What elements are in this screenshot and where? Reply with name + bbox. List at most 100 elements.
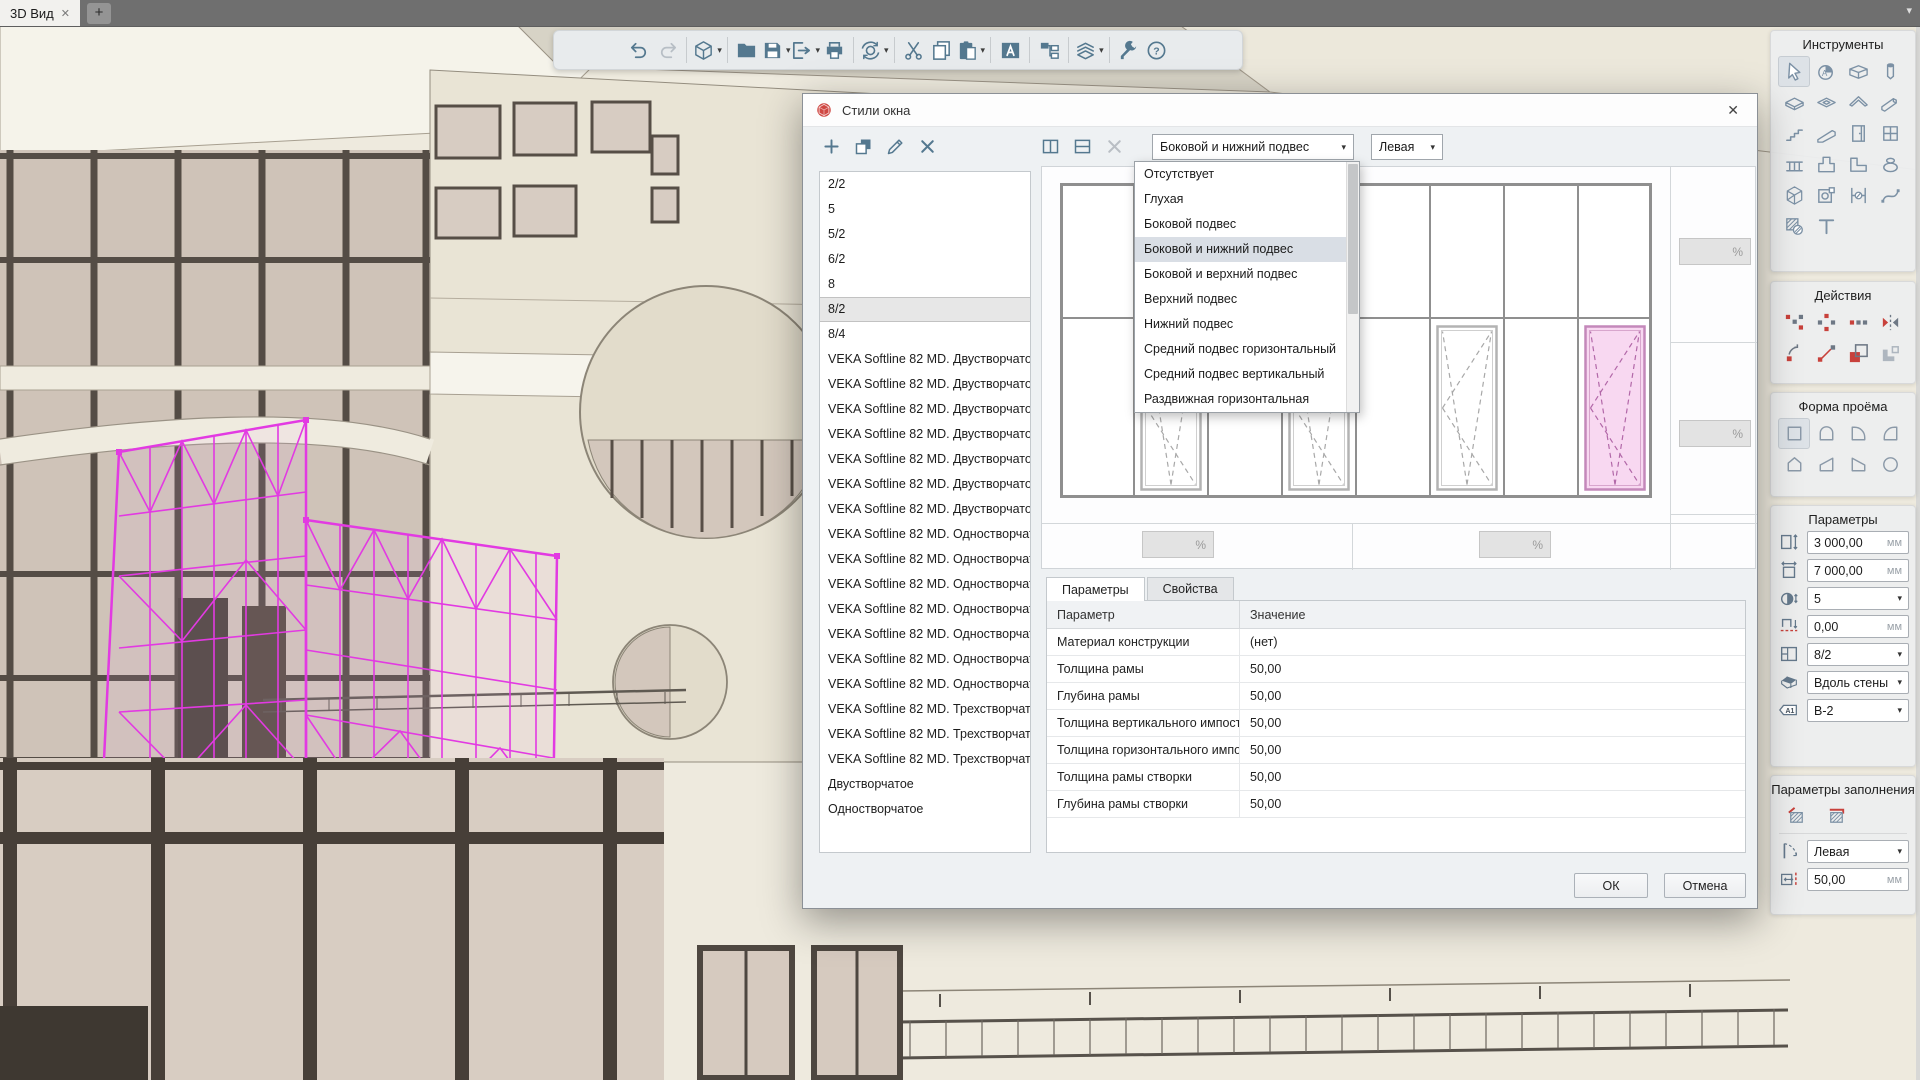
tool-stairs[interactable]	[1778, 118, 1810, 149]
action-rotate[interactable]	[1778, 338, 1810, 369]
settings-button[interactable]	[1115, 35, 1143, 65]
action-move[interactable]	[1778, 307, 1810, 338]
dialog-close-icon[interactable]: ✕	[1721, 100, 1745, 121]
opening-type-combo[interactable]: Боковой и нижний подвес ▾	[1152, 134, 1354, 160]
styles-list-item[interactable]: VEKA Softline 82 MD. Одностворчат	[820, 622, 1030, 647]
row-height-percent-field[interactable]: %	[1679, 238, 1751, 265]
help-button[interactable]: ?	[1143, 35, 1171, 65]
tool-column[interactable]	[1874, 56, 1906, 87]
styles-list-item[interactable]: VEKA Softline 82 MD. Одностворчат	[820, 672, 1030, 697]
dropdown-item[interactable]: Раздвижная горизонтальная	[1135, 387, 1346, 412]
text-style-button[interactable]	[996, 35, 1024, 65]
orbit-button[interactable]: ▾	[859, 35, 889, 65]
action-move-by-vector[interactable]	[1810, 338, 1842, 369]
table-row[interactable]: Материал конструкции (нет)	[1047, 629, 1745, 656]
add-view-button[interactable]: +	[87, 3, 111, 24]
duplicate-style-button[interactable]	[849, 131, 877, 161]
open-button[interactable]	[733, 35, 761, 65]
styles-list-item[interactable]: VEKA Softline 82 MD. Двустворчато	[820, 422, 1030, 447]
styles-list-item[interactable]: 8/4	[820, 322, 1030, 347]
styles-list-item[interactable]: VEKA Softline 82 MD. Одностворчат	[820, 547, 1030, 572]
copy-button[interactable]	[928, 35, 956, 65]
column-width-percent-field[interactable]: %	[1142, 531, 1214, 558]
styles-list-item[interactable]: 8/2	[820, 297, 1030, 322]
dropdown-item[interactable]: Нижний подвес	[1135, 312, 1346, 337]
delete-style-button[interactable]	[913, 131, 941, 161]
save-button[interactable]: ▾	[761, 35, 791, 65]
delete-split-button[interactable]	[1100, 131, 1128, 161]
split-horizontal-button[interactable]	[1068, 131, 1096, 161]
dialog-tab[interactable]: Свойства	[1147, 577, 1234, 600]
styles-list-item[interactable]: VEKA Softline 82 MD. Одностворчат	[820, 597, 1030, 622]
edit-style-button[interactable]	[881, 131, 909, 161]
action-mirror[interactable]	[1874, 307, 1906, 338]
shape-slant-left[interactable]	[1810, 449, 1842, 480]
tool-door[interactable]	[1842, 118, 1874, 149]
chevron-down-icon[interactable]: ▾	[981, 45, 986, 56]
shape-rectangle[interactable]	[1778, 418, 1810, 449]
styles-list-item[interactable]: 5/2	[820, 222, 1030, 247]
add-style-button[interactable]	[817, 131, 845, 161]
row-height-percent-field[interactable]: %	[1679, 420, 1751, 447]
tool-ramp[interactable]	[1810, 118, 1842, 149]
undo-button[interactable]	[625, 35, 653, 65]
tool-wall[interactable]	[1842, 56, 1874, 87]
table-row[interactable]: Глубина рамы створки 50,00	[1047, 791, 1745, 818]
action-linear-array[interactable]	[1842, 307, 1874, 338]
table-row[interactable]: Глубина рамы 50,00	[1047, 683, 1745, 710]
dialog-tab[interactable]: Параметры	[1046, 577, 1145, 601]
styles-list-item[interactable]: VEKA Softline 82 MD. Двустворчато	[820, 497, 1030, 522]
dropdown-item[interactable]: Верхний подвес	[1135, 287, 1346, 312]
dropdown-item[interactable]: Средний подвес вертикальный	[1135, 362, 1346, 387]
styles-list-item[interactable]: VEKA Softline 82 MD. Трехстворчат	[820, 722, 1030, 747]
shape-quarter-arc-right[interactable]	[1874, 418, 1906, 449]
styles-list-item[interactable]: VEKA Softline 82 MD. Двустворчато	[820, 372, 1030, 397]
action-align[interactable]	[1874, 338, 1906, 369]
styles-list-item[interactable]: Одностворчатое	[820, 797, 1030, 822]
export-button[interactable]: ▾	[790, 35, 820, 65]
mount-side-outer-toggle[interactable]	[1781, 802, 1811, 828]
chevron-down-icon[interactable]: ▾	[884, 45, 889, 56]
layers-button[interactable]: ▾	[1074, 35, 1104, 65]
styles-list-item[interactable]: VEKA Softline 82 MD. Двустворчато	[820, 472, 1030, 497]
table-row[interactable]: Толщина горизонтального импоста 50,00	[1047, 737, 1745, 764]
tab-overflow-icon[interactable]: ▾	[1906, 4, 1912, 17]
mount-side-inner-toggle[interactable]	[1821, 802, 1851, 828]
tool-curve[interactable]	[1874, 180, 1906, 211]
redo-button[interactable]	[653, 35, 681, 65]
styles-list-item[interactable]: VEKA Softline 82 MD. Трехстворчат	[820, 697, 1030, 722]
tool-assembly[interactable]	[1810, 180, 1842, 211]
tab-3d-view[interactable]: 3D Вид ✕	[0, 0, 80, 26]
tool-object-styles[interactable]: A	[1810, 56, 1842, 87]
chevron-down-icon[interactable]: ▾	[1099, 45, 1104, 56]
shape-circle[interactable]	[1874, 449, 1906, 480]
paste-button[interactable]: ▾	[956, 35, 986, 65]
styles-list-item[interactable]: VEKA Softline 82 MD. Двустворчато	[820, 347, 1030, 372]
dropdown-item[interactable]: Боковой и верхний подвес	[1135, 262, 1346, 287]
tool-isolated-foundation[interactable]	[1810, 149, 1842, 180]
object-structure-button[interactable]	[1035, 35, 1063, 65]
styles-list-item[interactable]: 6/2	[820, 247, 1030, 272]
styles-list-item[interactable]: Двустворчатое	[820, 772, 1030, 797]
tool-hatch[interactable]	[1778, 211, 1810, 242]
tab-close-icon[interactable]: ✕	[61, 7, 70, 20]
cancel-button[interactable]: Отмена	[1664, 873, 1746, 898]
tool-floor[interactable]	[1778, 87, 1810, 118]
cut-button[interactable]	[900, 35, 928, 65]
styles-list-item[interactable]: VEKA Softline 82 MD. Одностворчат	[820, 647, 1030, 672]
split-vertical-button[interactable]	[1036, 131, 1064, 161]
shape-quarter-arc-left[interactable]	[1842, 418, 1874, 449]
tool-element[interactable]	[1778, 180, 1810, 211]
styles-list-item[interactable]: VEKA Softline 82 MD. Двустворчато	[820, 397, 1030, 422]
styles-list-item[interactable]: 5	[820, 197, 1030, 222]
shape-arch[interactable]	[1810, 418, 1842, 449]
dropdown-item[interactable]: Отсутствует	[1135, 162, 1346, 187]
tool-strip-foundation[interactable]	[1842, 149, 1874, 180]
action-scale[interactable]	[1842, 338, 1874, 369]
tool-beam[interactable]	[1874, 87, 1906, 118]
scrollbar-thumb[interactable]	[1348, 164, 1358, 314]
dropdown-item[interactable]: Глухая	[1135, 187, 1346, 212]
tool-window[interactable]	[1874, 118, 1906, 149]
chevron-down-icon[interactable]: ▾	[717, 45, 722, 56]
dropdown-item[interactable]: Средний подвес горизонтальный	[1135, 337, 1346, 362]
